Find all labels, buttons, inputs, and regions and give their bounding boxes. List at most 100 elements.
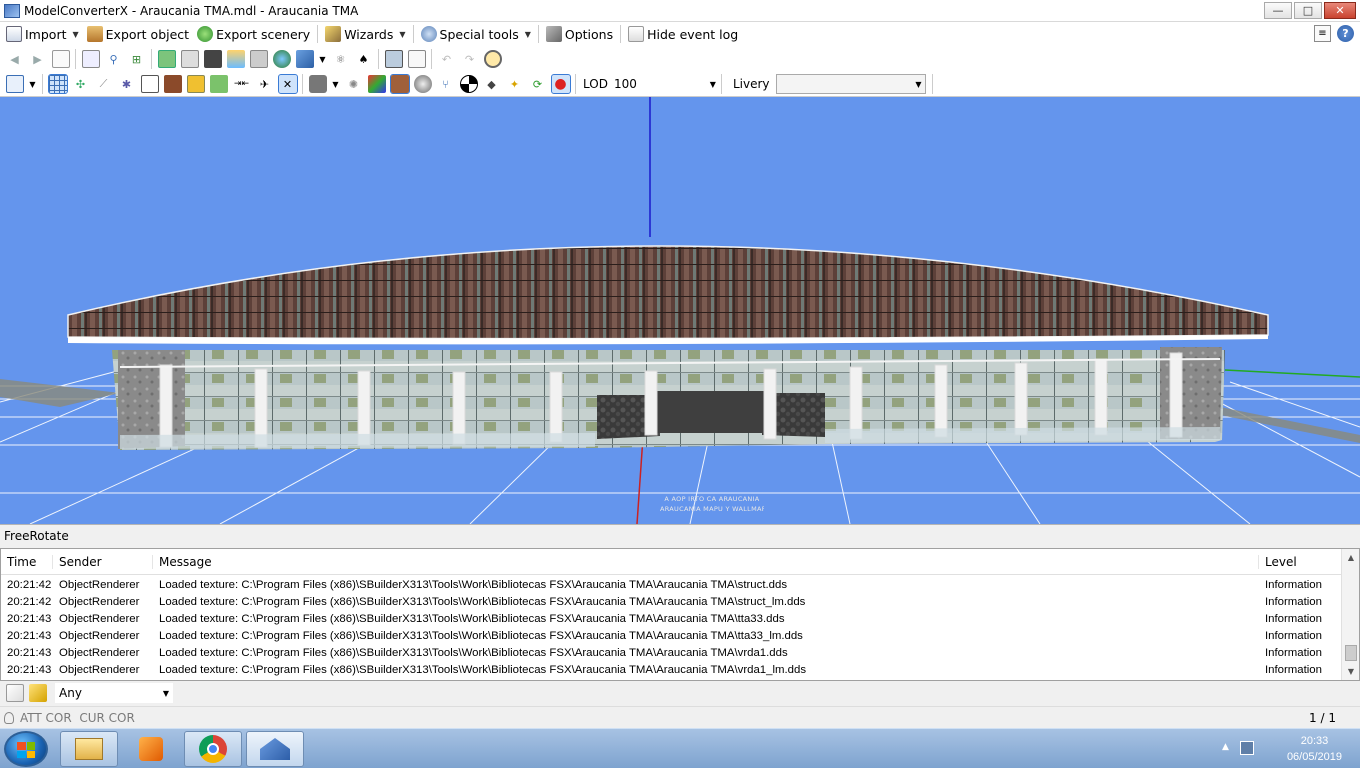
undo-icon[interactable]: ↶ [438, 50, 456, 68]
branch-icon[interactable]: ⑂ [437, 75, 455, 93]
texture-toggle-icon[interactable] [389, 74, 410, 94]
log-sender: ObjectRenderer [59, 629, 140, 642]
log-row[interactable]: 20:21:42 ObjectRenderer Loaded texture: … [1, 576, 1359, 593]
wireframe-toggle-icon[interactable]: ✕ [277, 74, 298, 94]
fit-view-icon[interactable] [5, 75, 24, 93]
log-level: Information [1265, 629, 1322, 642]
bell-icon[interactable]: ◆ [483, 75, 501, 93]
scroll-thumb[interactable] [1345, 645, 1357, 661]
zoom-icon[interactable] [81, 50, 100, 68]
apple-icon[interactable]: ● [550, 74, 571, 94]
import-label: Import [25, 26, 67, 42]
hierarchy-icon[interactable]: ⊞ [128, 50, 146, 68]
options-button[interactable]: Options [542, 23, 617, 45]
gear-outline-icon[interactable]: ✺ [345, 75, 363, 93]
column-header-level[interactable]: Level [1259, 555, 1337, 569]
minimize-button[interactable]: — [1264, 2, 1292, 19]
3d-viewport[interactable]: A AOP IRTO CA ARAUCANIA ARAUCANIA MAPU Y… [0, 97, 1360, 524]
log-row[interactable]: 20:21:43 ObjectRenderer Loaded texture: … [1, 610, 1359, 627]
document-icon[interactable] [51, 50, 70, 68]
forward-arrow-icon[interactable]: ▶ [29, 50, 47, 68]
scene-canvas [0, 97, 1360, 524]
export-object-button[interactable]: Export object [83, 23, 193, 45]
sphere-icon[interactable] [413, 75, 432, 93]
dimension-icon[interactable]: ⇥⇤ [233, 75, 251, 93]
toolbar-separator [42, 74, 43, 94]
page-indicator: 1 / 1 [1309, 710, 1336, 725]
toolbar-separator [931, 74, 933, 94]
network-icon[interactable] [1240, 741, 1254, 755]
list-view-icon[interactable]: ≡ [1314, 25, 1331, 42]
sparkle-icon[interactable]: ✦ [506, 75, 524, 93]
network-icon[interactable]: ✱ [118, 75, 136, 93]
clock-time: 20:33 [1300, 735, 1329, 747]
log-row[interactable]: 20:21:42 ObjectRenderer Loaded texture: … [1, 593, 1359, 610]
green-box-icon[interactable] [209, 75, 228, 93]
camera-icon[interactable] [308, 75, 327, 93]
bone-icon[interactable]: ⟋ [95, 75, 113, 93]
maximize-button[interactable]: □ [1294, 2, 1322, 19]
clock-icon[interactable] [483, 50, 502, 68]
start-button[interactable] [4, 731, 48, 767]
close-button[interactable]: ✕ [1324, 2, 1356, 19]
column-header-time[interactable]: Time [1, 554, 53, 569]
grid-texture-icon[interactable] [249, 50, 268, 68]
toolbar-separator [302, 74, 303, 94]
scroll-up-icon[interactable]: ▲ [1342, 549, 1360, 566]
taskbar-modelconverterx-button[interactable] [246, 731, 304, 767]
column-header-message[interactable]: Message [153, 554, 1259, 569]
scroll-down-icon[interactable]: ▼ [1342, 663, 1360, 680]
toolbar-separator [575, 74, 576, 94]
yellow-box-icon[interactable] [186, 75, 205, 93]
redo-icon[interactable]: ↷ [461, 50, 479, 68]
house-icon [86, 26, 103, 42]
properties-icon[interactable] [407, 50, 426, 68]
eraser-icon[interactable] [28, 684, 47, 702]
refresh-icon[interactable]: ⟳ [529, 75, 547, 93]
earth-icon[interactable] [272, 50, 291, 68]
import-menu[interactable]: Import ▼ [2, 23, 83, 45]
taskbar-explorer-button[interactable] [60, 731, 118, 767]
app-icon [4, 3, 20, 18]
log-row[interactable]: 20:21:43 ObjectRenderer Loaded texture: … [1, 644, 1359, 661]
checker-ball-icon[interactable] [459, 75, 478, 93]
pin-icon[interactable]: ⚲ [105, 50, 123, 68]
clapper-icon[interactable] [203, 50, 222, 68]
log-row[interactable]: 20:21:43 ObjectRenderer Loaded texture: … [1, 627, 1359, 644]
livery-select[interactable]: ▼ [775, 74, 926, 94]
hide-event-log-button[interactable]: Hide event log [624, 23, 742, 45]
edit-note-icon[interactable] [5, 684, 24, 702]
airplane-icon[interactable]: ✈ [256, 75, 274, 93]
taskbar-chrome-button[interactable] [184, 731, 242, 767]
scenery-tool-icon[interactable] [295, 50, 314, 68]
column-header-sender[interactable]: Sender [53, 554, 153, 569]
log-level-filter[interactable]: Any ▼ [55, 683, 173, 703]
molecule-icon[interactable]: ⚛ [332, 50, 350, 68]
taskbar-media-player-button[interactable] [122, 731, 180, 767]
material-icon[interactable] [157, 50, 176, 68]
tree-icon[interactable]: ♠ [355, 50, 373, 68]
taskbar-clock[interactable]: 20:33 06/05/2019 [1287, 733, 1342, 765]
image-icon[interactable] [180, 50, 199, 68]
back-arrow-icon[interactable]: ◀ [6, 50, 24, 68]
texture-icon[interactable] [226, 50, 245, 68]
dropdown-arrow-icon[interactable]: ▼ [332, 75, 340, 93]
help-icon[interactable]: ? [1337, 25, 1354, 42]
wireframe-box-icon[interactable] [140, 75, 159, 93]
axes-icon[interactable]: ✣ [72, 75, 90, 93]
wand-icon [325, 26, 342, 42]
dropdown-arrow-icon[interactable]: ▼ [319, 50, 327, 68]
color-cube-icon[interactable] [367, 75, 386, 93]
special-tools-menu[interactable]: Special tools ▼ [417, 23, 535, 45]
toolbar-separator [720, 74, 722, 94]
lod-select[interactable]: 100 ▼ [614, 74, 718, 94]
log-scrollbar[interactable]: ▲ ▼ [1341, 549, 1359, 680]
wizards-menu[interactable]: Wizards ▼ [321, 23, 409, 45]
solid-box-icon[interactable] [163, 75, 182, 93]
grid-toggle-icon[interactable] [47, 74, 68, 94]
dropdown-arrow-icon[interactable]: ▼ [29, 75, 37, 93]
tray-arrow-icon[interactable]: ▲ [1222, 742, 1229, 752]
monitor-icon[interactable] [384, 50, 403, 68]
log-row[interactable]: 20:21:43 ObjectRenderer Loaded texture: … [1, 661, 1359, 678]
export-scenery-button[interactable]: Export scenery [193, 23, 314, 45]
